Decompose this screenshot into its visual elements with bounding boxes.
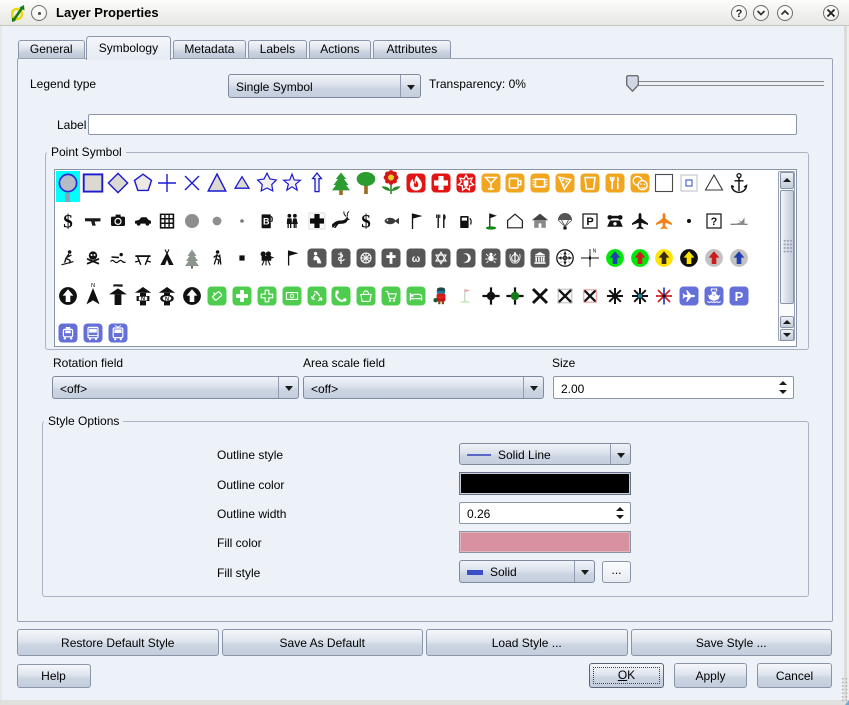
svg-text:N: N [141, 296, 145, 302]
svg-text:B: B [263, 216, 270, 226]
svg-text:$: $ [63, 211, 73, 232]
svg-text:N: N [91, 283, 95, 289]
svg-text:ω: ω [412, 254, 421, 265]
svg-text:N: N [165, 296, 169, 302]
svg-text:P: P [586, 216, 593, 228]
svg-text:$: $ [361, 211, 371, 232]
svg-text:P: P [735, 288, 744, 303]
svg-text:?: ? [736, 8, 743, 19]
svg-text:N: N [592, 249, 596, 255]
svg-text:?: ? [711, 216, 718, 228]
